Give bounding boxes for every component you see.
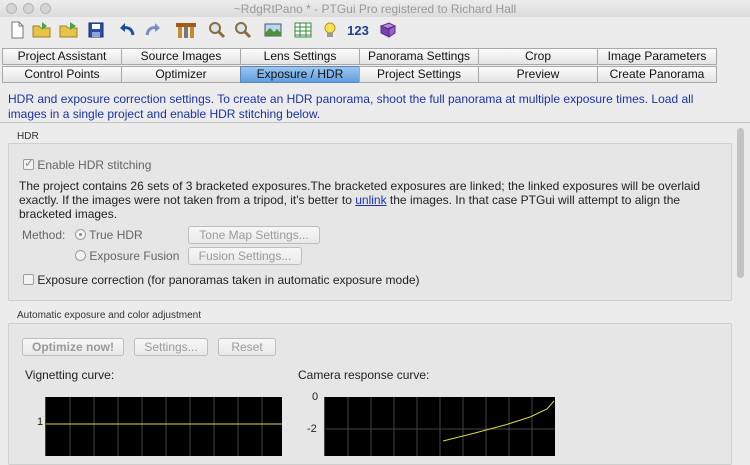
camera-response-curve-label: Camera response curve:	[298, 368, 430, 382]
tab-image-parameters[interactable]: Image Parameters	[597, 48, 717, 65]
exposure-correction-label: Exposure correction (for panoramas taken…	[37, 273, 420, 287]
hdr-group-label: HDR	[17, 131, 39, 142]
true-hdr-label: True HDR	[89, 228, 143, 242]
enable-hdr-label: Enable HDR stitching	[37, 158, 152, 172]
auto-exposure-group-label: Automatic exposure and color adjustment	[17, 310, 201, 321]
tab-optimizer[interactable]: Optimizer	[121, 66, 241, 83]
numbering-button[interactable]: 123	[345, 19, 371, 41]
new-project-icon[interactable]	[6, 19, 28, 41]
camera-response-curve-plot	[324, 397, 555, 456]
unlink-link[interactable]: unlink	[355, 193, 386, 207]
scrollbar-thumb[interactable]	[737, 128, 744, 278]
exposure-correction-checkbox[interactable]: Exposure correction (for panoramas taken…	[23, 273, 420, 287]
true-hdr-radio[interactable]: True HDR	[75, 228, 143, 242]
tab-row-top: Project Assistant Source Images Lens Set…	[2, 48, 717, 65]
vignetting-curve-label: Vignetting curve:	[25, 368, 115, 382]
tab-panorama-settings[interactable]: Panorama Settings	[359, 48, 479, 65]
response-y-tick-minus2: -2	[307, 423, 317, 435]
tab-project-assistant[interactable]: Project Assistant	[2, 48, 122, 65]
window-title: ~RdgRtPano * - PTGui Pro registered to R…	[233, 2, 517, 16]
vignetting-curve-svg	[46, 397, 282, 456]
redo-icon[interactable]	[142, 19, 164, 41]
exposure-fusion-label: Exposure Fusion	[89, 249, 180, 263]
header-divider	[0, 122, 750, 123]
page-description: HDR and exposure correction settings. To…	[8, 92, 694, 121]
tab-preview[interactable]: Preview	[478, 66, 598, 83]
open-project-icon[interactable]	[30, 19, 54, 41]
tools-icon[interactable]	[174, 19, 198, 41]
tab-source-images[interactable]: Source Images	[121, 48, 241, 65]
exposure-fusion-radio-icon	[75, 250, 86, 261]
vertical-scrollbar[interactable]	[735, 126, 747, 456]
exposure-correction-check-icon	[23, 274, 34, 285]
zoom-in-icon[interactable]	[206, 19, 228, 41]
toolbar: 123	[0, 17, 750, 43]
camera-response-curve-svg	[325, 397, 555, 456]
tab-crop[interactable]: Crop	[478, 48, 598, 65]
panorama-editor-icon[interactable]	[262, 19, 284, 41]
vignetting-y-tick: 1	[37, 416, 44, 428]
tab-control-points[interactable]: Control Points	[2, 66, 122, 83]
add-images-icon[interactable]	[57, 19, 81, 41]
tab-row-bottom: Control Points Optimizer Exposure / HDR …	[2, 66, 717, 83]
fusion-settings-button[interactable]: Fusion Settings...	[188, 247, 302, 265]
hdr-info-text: The project contains 26 sets of 3 bracke…	[19, 179, 727, 221]
auto-settings-button[interactable]: Settings...	[134, 338, 208, 356]
exposure-fusion-radio[interactable]: Exposure Fusion	[75, 249, 179, 263]
response-y-tick-0: 0	[312, 391, 319, 403]
tips-icon[interactable]	[320, 19, 340, 41]
camera-response-curve-line	[442, 400, 555, 442]
method-label: Method:	[22, 228, 66, 242]
tab-project-settings[interactable]: Project Settings	[359, 66, 479, 83]
undo-icon[interactable]	[116, 19, 138, 41]
help-book-icon[interactable]	[377, 19, 399, 41]
title-bar: ~RdgRtPano * - PTGui Pro registered to R…	[0, 0, 750, 17]
save-icon[interactable]	[85, 19, 107, 41]
tab-create-panorama[interactable]: Create Panorama	[597, 66, 717, 83]
table-icon[interactable]	[292, 19, 314, 41]
tone-map-settings-button[interactable]: Tone Map Settings...	[188, 226, 320, 244]
tab-exposure-hdr[interactable]: Exposure / HDR	[240, 66, 360, 83]
enable-hdr-checkbox[interactable]: ✓ Enable HDR stitching	[23, 156, 152, 172]
reset-button[interactable]: Reset	[218, 338, 276, 356]
tab-lens-settings[interactable]: Lens Settings	[240, 48, 360, 65]
vignetting-curve-plot	[45, 397, 282, 456]
true-hdr-radio-icon	[75, 229, 86, 240]
enable-hdr-check-icon: ✓	[23, 156, 35, 170]
zoom-out-icon[interactable]	[232, 19, 254, 41]
optimize-now-button[interactable]: Optimize now!	[22, 338, 124, 356]
